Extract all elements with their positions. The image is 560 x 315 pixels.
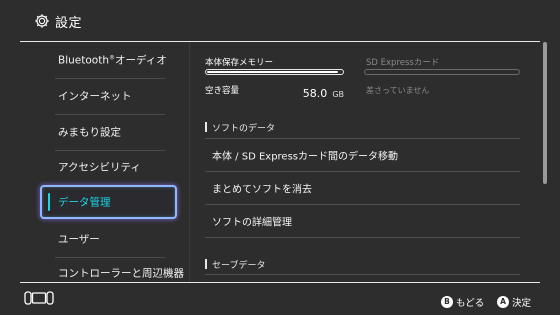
sidebar-item-label: アクセシビリティ [58, 161, 141, 174]
sidebar-item-label: ユーザー [58, 233, 100, 246]
sidebar-item-accessibility[interactable]: アクセシビリティ [40, 150, 177, 184]
sidebar-item-users[interactable]: ユーザー [40, 222, 177, 256]
confirm-button-label: 決定 [512, 297, 532, 309]
sidebar-item-label: Bluetooth®オーディオ [58, 54, 167, 67]
menu-item-software-details[interactable]: ソフトの詳細管理 [205, 205, 520, 237]
sidebar-item-label: データ管理 [58, 196, 111, 209]
sidebar-item-label: みまもり設定 [58, 126, 121, 139]
internal-storage-title: 本体保存メモリー [205, 58, 274, 68]
header: 設定 [0, 0, 560, 42]
scrollbar-thumb[interactable] [543, 42, 547, 184]
back-button-label: もどる [456, 297, 485, 309]
b-button-icon: B [441, 295, 453, 308]
sidebar-item-data-management[interactable]: データ管理 [40, 185, 177, 219]
page-title: 設定 [55, 16, 83, 31]
sidebar-item-parental-controls[interactable]: みまもり設定 [40, 115, 177, 149]
sidebar-item-label: インターネット [58, 90, 132, 103]
menu-item-label: まとめてソフトを消去 [212, 184, 312, 196]
free-space-number: 58.0 [302, 87, 328, 100]
footer-divider [20, 282, 540, 283]
section-header-software-data: ソフトのデータ [205, 121, 275, 134]
sidebar-item-internet[interactable]: インターネット [40, 79, 177, 113]
header-divider [20, 41, 540, 42]
row-divider [205, 237, 520, 238]
row-divider [205, 274, 520, 275]
free-space-unit: GB [332, 90, 344, 99]
back-button[interactable]: B もどる [441, 291, 484, 309]
sd-card-bar [364, 69, 520, 75]
sidebar-item-bluetooth-audio[interactable]: Bluetooth®オーディオ [40, 43, 177, 77]
menu-item-move-data[interactable]: 本体 / SD Expressカード間のデータ移動 [205, 139, 520, 171]
settings-screen: 設定 Bluetooth®オーディオ インターネット みまもり設定 アクセシビリ… [0, 0, 560, 315]
internal-storage-fill [207, 71, 338, 73]
selection-indicator [48, 193, 50, 211]
gear-icon [35, 14, 49, 28]
menu-item-label: 本体 / SD Expressカード間のデータ移動 [212, 151, 399, 163]
scrollbar[interactable] [543, 42, 547, 282]
internal-storage-bar [205, 69, 344, 75]
sd-card-status: 差さっていません [366, 86, 430, 95]
sd-card-title: SD Expressカード [366, 58, 440, 68]
sidebar-item-label: コントローラーと周辺機器 [58, 267, 184, 280]
free-space-label: 空き容量 [205, 86, 240, 96]
menu-item-bulk-delete-software[interactable]: まとめてソフトを消去 [205, 172, 520, 204]
console-controller-icon [24, 291, 54, 305]
menu-item-label: ソフトの詳細管理 [212, 217, 292, 229]
free-space-value: 58.0 GB [300, 82, 344, 101]
a-button-icon: A [497, 295, 509, 308]
pane-divider [189, 42, 190, 282]
confirm-button[interactable]: A 決定 [497, 291, 531, 309]
section-header-save-data: セーブデータ [205, 258, 265, 271]
